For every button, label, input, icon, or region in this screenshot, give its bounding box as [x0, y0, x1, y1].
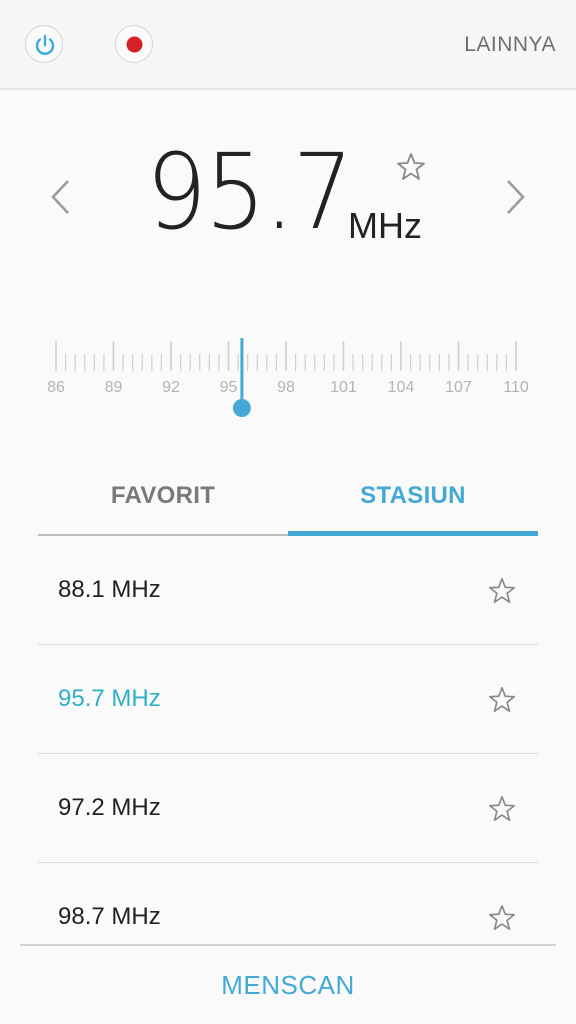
- star-outline-icon[interactable]: [488, 686, 516, 714]
- star-outline-icon[interactable]: [488, 795, 516, 823]
- frequency-unit: MHz: [348, 205, 422, 246]
- tab-stations[interactable]: STASIUN: [288, 460, 538, 536]
- dial-tick-label: 110: [503, 379, 529, 396]
- dial-tick-label: 95: [220, 379, 238, 396]
- more-menu-button[interactable]: LAINNYA: [464, 33, 556, 57]
- tab-favorites[interactable]: FAVORIT: [38, 460, 288, 536]
- frequency-dial[interactable]: 86 89 92 95 98 101 104 107 110: [0, 330, 576, 425]
- power-icon: [35, 34, 55, 55]
- station-label: 97.2 MHz: [58, 794, 161, 821]
- frequency-display: 95.7 MHz: [0, 92, 576, 322]
- dial-tick-label: 89: [105, 379, 123, 396]
- bottom-bar: MENSCAN: [0, 944, 576, 1024]
- record-button[interactable]: [115, 25, 153, 63]
- tab-bar: FAVORIT STASIUN: [38, 460, 538, 536]
- frequency-value: 95.7: [146, 131, 354, 253]
- dial-tick-label: 104: [388, 379, 415, 396]
- station-label: 98.7 MHz: [58, 903, 161, 930]
- top-toolbar: LAINNYA: [0, 0, 576, 90]
- station-row[interactable]: 95.7 MHz: [38, 645, 538, 754]
- dial-handle[interactable]: [232, 399, 251, 417]
- dial-tick-label: 101: [330, 379, 357, 396]
- dial-tick-label: 92: [162, 379, 180, 396]
- dial-tick-label: 107: [445, 379, 472, 396]
- station-row[interactable]: 97.2 MHz: [38, 754, 538, 863]
- chevron-left-icon[interactable]: [46, 177, 76, 217]
- station-list: 88.1 MHz 95.7 MHz 97.2 MHz 98.7 MHz: [38, 536, 538, 944]
- power-button[interactable]: [25, 25, 63, 63]
- divider: [20, 944, 556, 946]
- station-label: 95.7 MHz: [58, 685, 161, 712]
- station-row[interactable]: 98.7 MHz: [38, 863, 538, 944]
- star-outline-icon[interactable]: [488, 904, 516, 932]
- station-label: 88.1 MHz: [58, 576, 161, 603]
- scan-button[interactable]: MENSCAN: [0, 970, 576, 1001]
- station-row[interactable]: 88.1 MHz: [38, 536, 538, 645]
- star-outline-icon[interactable]: [396, 152, 426, 182]
- star-outline-icon[interactable]: [488, 577, 516, 605]
- chevron-right-icon[interactable]: [500, 177, 530, 217]
- record-icon: [126, 36, 143, 53]
- dial-tick-label: 98: [277, 379, 295, 396]
- dial-tick-label: 86: [47, 379, 65, 396]
